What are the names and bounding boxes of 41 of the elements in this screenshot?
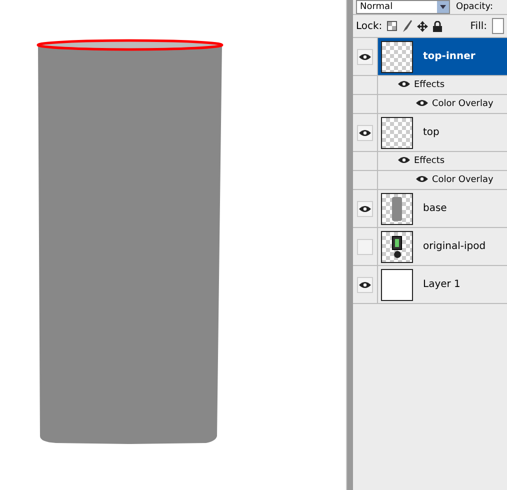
opacity-label: Opacity: xyxy=(456,2,493,12)
effect-row[interactable]: Color Overlay xyxy=(378,171,507,189)
visibility-toggle[interactable] xyxy=(357,276,373,292)
caret-icon xyxy=(440,5,446,9)
fill-label: Fill: xyxy=(470,20,487,32)
eye-icon xyxy=(398,80,410,88)
effects-label: Effects xyxy=(414,80,445,90)
effects-row[interactable]: Effects xyxy=(378,152,507,170)
visibility-toggle[interactable] xyxy=(357,48,373,64)
layer-row[interactable]: top-inner xyxy=(353,38,507,76)
effect-label: Color Overlay xyxy=(432,175,494,185)
effect-label: Color Overlay xyxy=(432,99,494,109)
visibility-toggle[interactable] xyxy=(357,238,373,254)
effect-row[interactable]: Color Overlay xyxy=(378,95,507,113)
fill-field[interactable] xyxy=(492,18,504,34)
layer-name: base xyxy=(423,203,447,214)
layer-name: top xyxy=(423,127,440,138)
layer-row[interactable]: base xyxy=(353,190,507,228)
eye-icon xyxy=(359,280,371,288)
layer-row[interactable]: Layer 1 xyxy=(353,266,507,304)
eye-icon xyxy=(359,52,371,60)
layer-name: top-inner xyxy=(423,51,476,62)
eye-icon xyxy=(359,128,371,136)
layer-name: Layer 1 xyxy=(423,279,460,290)
brush-icon[interactable] xyxy=(402,20,412,32)
visibility-toggle[interactable] xyxy=(357,124,373,140)
layer-row[interactable]: top xyxy=(353,114,507,152)
eye-icon xyxy=(359,204,371,212)
move-icon[interactable] xyxy=(417,20,428,32)
visibility-toggle[interactable] xyxy=(357,200,373,216)
padlock-icon[interactable] xyxy=(433,20,442,32)
layer-name: original-ipod xyxy=(423,241,486,252)
eye-icon xyxy=(398,156,410,164)
blend-mode-dropdown[interactable]: Normal xyxy=(356,0,450,14)
checkerboard-icon[interactable] xyxy=(387,21,398,31)
eye-icon xyxy=(416,174,428,182)
eye-icon xyxy=(416,98,428,106)
effects-row[interactable]: Effects xyxy=(378,76,507,94)
lock-label: Lock: xyxy=(356,20,382,32)
layer-row[interactable]: original-ipod xyxy=(353,228,507,266)
effects-label: Effects xyxy=(414,156,445,166)
